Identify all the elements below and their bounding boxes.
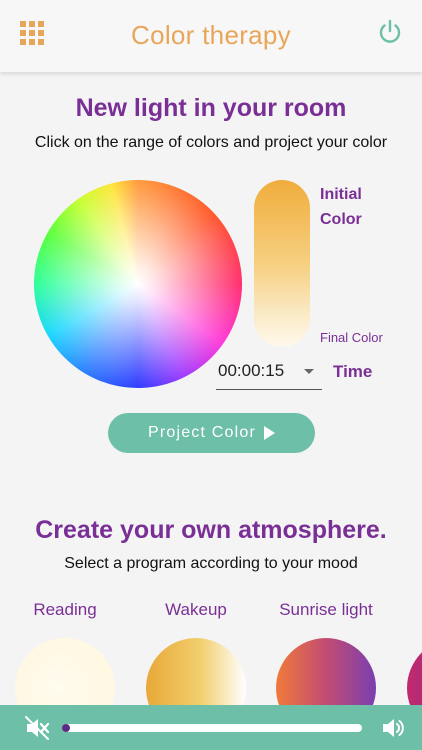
play-icon [264, 426, 276, 440]
final-color-label: Final Color [320, 330, 383, 345]
program-label: Wakeup [165, 600, 227, 619]
volume-slider-thumb[interactable] [62, 724, 70, 732]
program-reading[interactable]: Reading [10, 598, 120, 738]
app-title: Color therapy [131, 19, 291, 50]
section-subtitle-atmosphere: Select a program according to your mood [64, 555, 358, 572]
time-label: Time [333, 362, 373, 381]
top-bar: Color therapy [0, 0, 422, 72]
power-icon[interactable] [376, 18, 404, 46]
time-value: 00:00:15 [218, 361, 285, 380]
program-label: Sunrise light [279, 600, 373, 619]
audio-player-bar [0, 705, 422, 750]
program-partial[interactable] [402, 598, 422, 708]
time-dropdown[interactable]: 00:00:15 [216, 358, 322, 390]
mute-icon[interactable] [24, 715, 50, 741]
volume-icon[interactable] [380, 715, 406, 741]
grid-menu-icon[interactable] [20, 21, 44, 45]
section-heading-atmosphere: Create your own atmosphere. [35, 516, 387, 544]
color-wheel[interactable] [34, 180, 242, 388]
program-swatch [407, 638, 422, 708]
volume-slider-track[interactable] [62, 724, 362, 732]
program-label: Reading [33, 600, 97, 619]
program-sunrise-light[interactable]: Sunrise light [271, 598, 381, 738]
section-heading-light: New light in your room [75, 94, 347, 122]
initial-color-label: Initial Color [320, 186, 362, 228]
program-wakeup[interactable]: Wakeup [141, 598, 251, 738]
color-gradient-bar[interactable] [254, 180, 310, 347]
caret-down-icon [304, 369, 314, 374]
project-color-button[interactable]: Project Color [108, 413, 315, 453]
project-color-label: Project Color [147, 424, 257, 441]
section-subtitle-light: Click on the range of colors and project… [34, 134, 388, 151]
